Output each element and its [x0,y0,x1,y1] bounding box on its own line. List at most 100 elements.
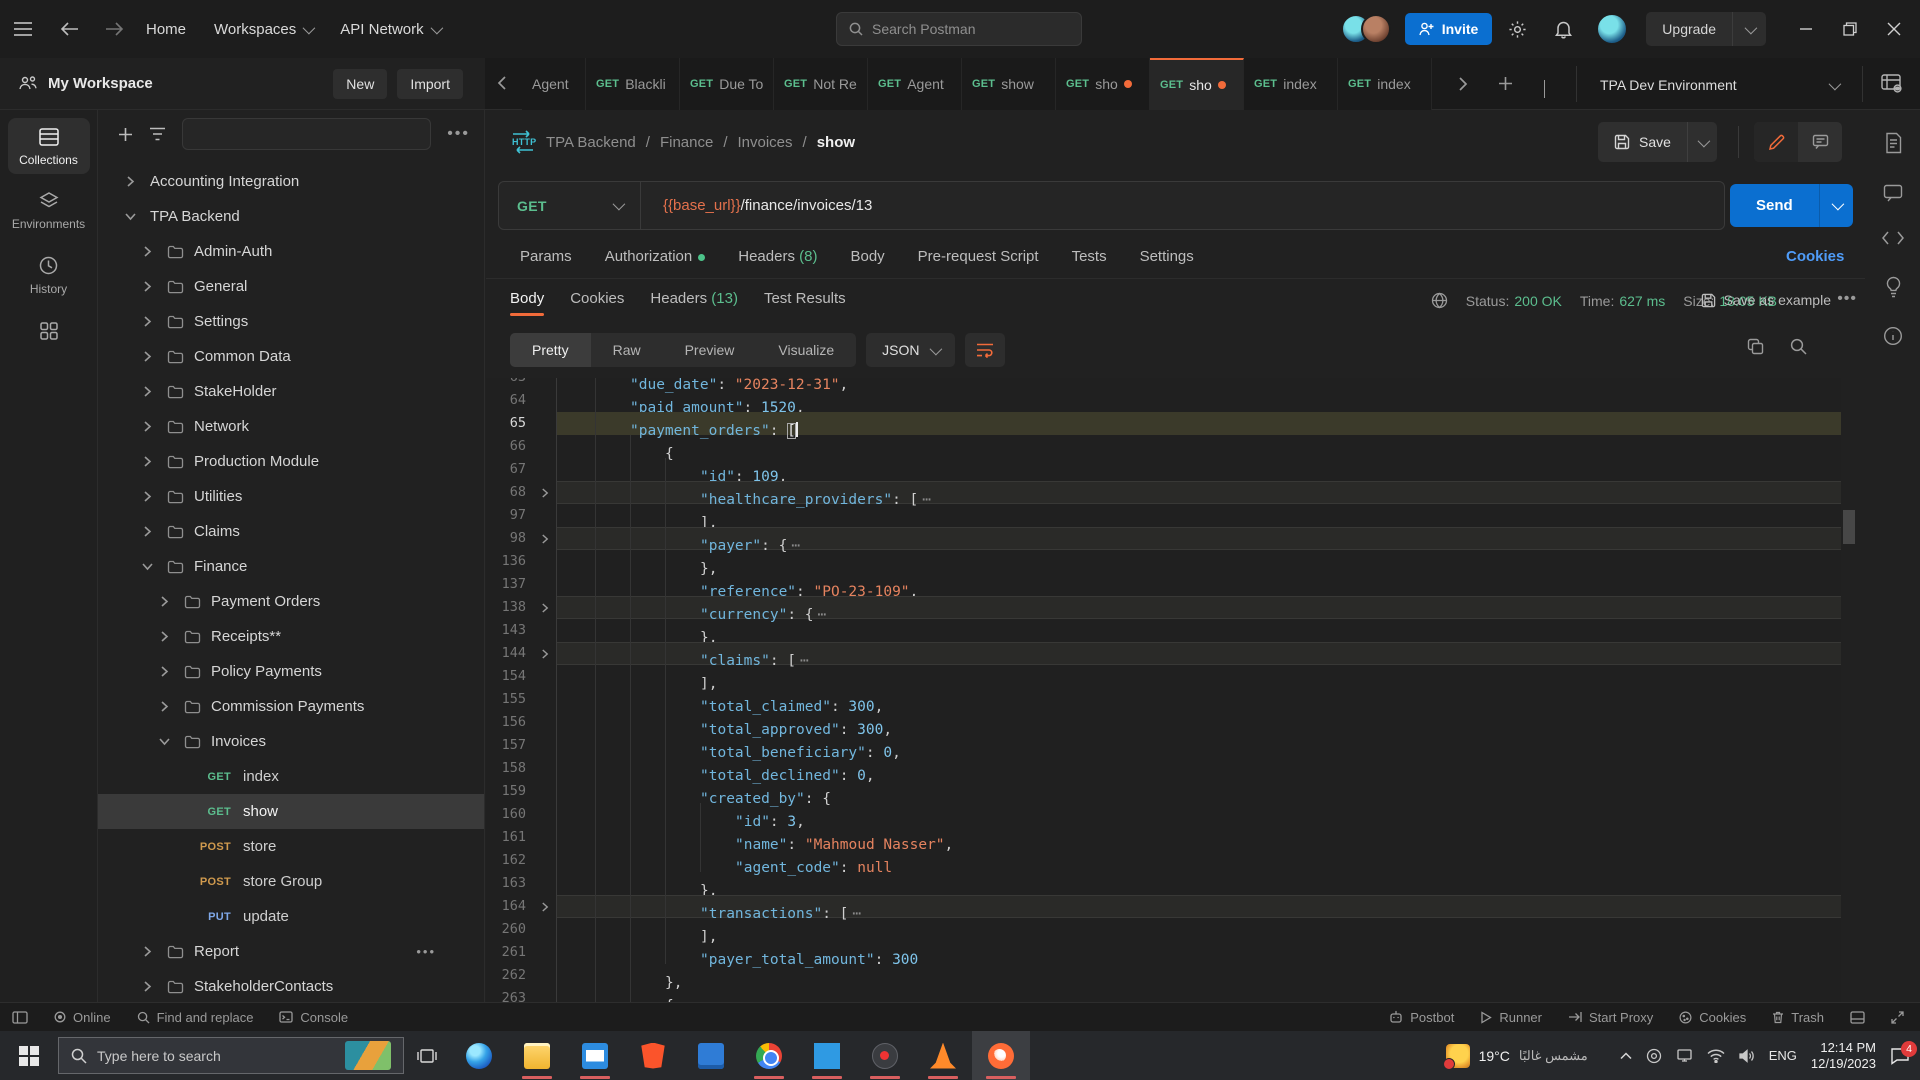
code-line-156[interactable]: 156"total_approved": 300, [486,711,1841,734]
fold-chevron-icon[interactable] [534,596,556,619]
trash-button[interactable]: Trash [1772,1010,1824,1025]
upgrade-dropdown[interactable] [1732,12,1766,46]
open-tab-show[interactable]: GETshow [962,58,1056,110]
runner-button[interactable]: Runner [1480,1010,1542,1025]
workspace-name[interactable]: My Workspace [48,75,153,92]
tree-folder-stakeholder[interactable]: StakeHolder [98,374,484,409]
copy-icon[interactable] [1747,338,1764,355]
globe-icon[interactable] [1431,292,1448,309]
tree-chevron-icon[interactable] [137,945,157,958]
tree-chevron-icon[interactable] [154,700,174,713]
code-snippet-icon[interactable] [1881,230,1905,246]
taskbar-app-vscode[interactable] [798,1031,856,1080]
tray-chevron-up-icon[interactable] [1620,1052,1632,1060]
code-line-98[interactable]: 98"payer": {⋯ [486,527,1841,550]
taskbar-clock[interactable]: 12:14 PM 12/19/2023 [1811,1040,1876,1072]
save-as-example-button[interactable]: Save as example [1701,292,1831,308]
taskbar-app-mail[interactable] [566,1031,624,1080]
fold-chevron-icon[interactable] [534,642,556,665]
avatar[interactable] [1361,14,1391,44]
action-center-button[interactable]: 4 [1890,1047,1910,1065]
format-selector[interactable]: JSON [866,333,954,367]
taskbar-search[interactable] [58,1037,404,1074]
expand-icon[interactable] [1891,1011,1904,1024]
tree-chevron-icon[interactable] [120,175,140,188]
taskbar-app-brave[interactable] [624,1031,682,1080]
filter-icon[interactable] [149,127,166,141]
code-line-67[interactable]: 67"id": 109, [486,458,1841,481]
taskbar-app-store[interactable] [682,1031,740,1080]
user-avatar[interactable] [1596,13,1628,45]
tree-folder-common-data[interactable]: Common Data [98,339,484,374]
volume-icon[interactable] [1739,1049,1755,1063]
sidebar-toggle-icon[interactable] [12,1011,28,1024]
tab-options-chevron-icon[interactable] [1544,80,1545,98]
request-tab-tests[interactable]: Tests [1072,248,1107,265]
method-selector[interactable]: GET [499,182,641,229]
sidebar-search[interactable] [182,118,431,150]
fold-chevron-icon[interactable] [534,481,556,504]
code-line-64[interactable]: 64"paid_amount": 1520, [486,389,1841,412]
tree-folder-tpa-backend[interactable]: TPA Backend [98,199,484,234]
code-line-68[interactable]: 68"healthcare_providers": [⋯ [486,481,1841,504]
tree-request-store[interactable]: POSTstore [98,829,484,864]
cookies-link[interactable]: Cookies [1786,248,1844,265]
breadcrumb-collection[interactable]: TPA Backend [546,134,636,151]
cookies-button[interactable]: Cookies [1679,1010,1746,1025]
save-button[interactable]: Save [1598,122,1687,162]
code-line-263[interactable]: 263{ [486,987,1841,1002]
settings-gear-icon[interactable] [1508,20,1527,39]
environment-quick-look-icon[interactable] [1880,72,1904,94]
tree-chevron-icon[interactable] [154,630,174,643]
tree-chevron-icon[interactable] [137,420,157,433]
nav-workspaces[interactable]: Workspaces [214,21,312,38]
tree-chevron-icon[interactable] [137,385,157,398]
nav-api-network[interactable]: API Network [340,21,439,38]
open-tab-sho[interactable]: GETsho [1056,58,1150,110]
taskbar-app-postman[interactable] [972,1031,1030,1080]
tree-folder-payment-orders[interactable]: Payment Orders [98,584,484,619]
code-line-65[interactable]: 65"payment_orders": [ [486,412,1841,435]
tab-scroll-left-icon[interactable] [497,75,507,91]
hamburger-menu-icon[interactable] [14,22,32,36]
code-line-144[interactable]: 144"claims": [⋯ [486,642,1841,665]
search-in-body-icon[interactable] [1790,338,1807,355]
tree-folder-production-module[interactable]: Production Module [98,444,484,479]
start-button[interactable] [0,1031,58,1080]
code-line-143[interactable]: 143}, [486,619,1841,642]
tree-folder-claims[interactable]: Claims [98,514,484,549]
request-tab-headers-8-[interactable]: Headers (8) [738,248,817,265]
tree-folder-invoices[interactable]: Invoices [98,724,484,759]
tree-request-store-group[interactable]: POSTstore Group [98,864,484,899]
scrollbar-thumb[interactable] [1843,510,1855,544]
request-tab-authorization[interactable]: Authorization [605,248,706,265]
open-tab-Not Re[interactable]: GETNot Re [774,58,868,110]
taskbar-app-chrome[interactable] [740,1031,798,1080]
tree-folder-commission-payments[interactable]: Commission Payments [98,689,484,724]
breadcrumb-folder[interactable]: Invoices [738,134,793,151]
search-highlight-image[interactable] [345,1041,391,1070]
add-icon[interactable] [118,127,133,142]
tree-chevron-icon[interactable] [137,315,157,328]
invite-button[interactable]: Invite [1405,13,1493,45]
tree-folder-accounting-integration[interactable]: Accounting Integration [98,164,484,199]
code-line-159[interactable]: 159"created_by": { [486,780,1841,803]
lightbulb-icon[interactable] [1881,276,1905,298]
request-tab-settings[interactable]: Settings [1140,248,1194,265]
edit-pencil-button[interactable] [1754,122,1798,162]
online-status[interactable]: Online [54,1010,111,1025]
language-indicator[interactable]: ENG [1769,1048,1797,1063]
environment-selector[interactable]: TPA Dev Environment [1590,68,1848,102]
global-search[interactable] [836,12,1082,46]
request-name[interactable]: show [817,134,855,151]
view-visualize[interactable]: Visualize [756,333,856,367]
taskbar-app-vlc[interactable] [914,1031,972,1080]
url-input[interactable]: {{base_url}}/finance/invoices/13 [641,197,872,214]
open-tab-index[interactable]: GETindex [1244,58,1338,110]
tree-folder-receipts-[interactable]: Receipts** [98,619,484,654]
tree-folder-network[interactable]: Network [98,409,484,444]
code-line-137[interactable]: 137"reference": "PO-23-109", [486,573,1841,596]
forward-icon[interactable] [106,22,124,36]
tree-request-show[interactable]: GETshow [98,794,484,829]
response-tab-headers-13-[interactable]: Headers (13) [650,290,738,316]
